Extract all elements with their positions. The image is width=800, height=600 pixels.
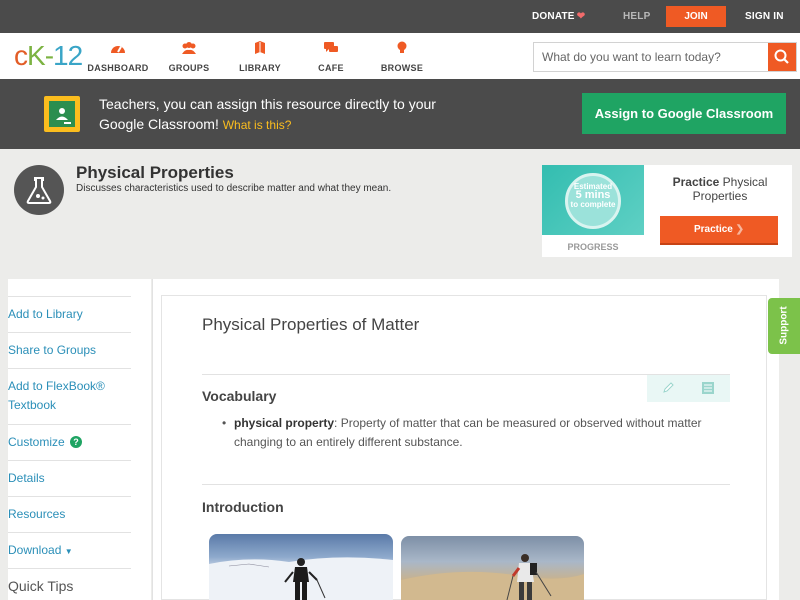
notes-icon[interactable] (701, 381, 715, 395)
search-icon (774, 49, 789, 64)
introduction-heading: Introduction (202, 499, 284, 515)
sidebar-item-share-to-groups[interactable]: Share to Groups (8, 332, 131, 368)
vocab-term: physical property (234, 416, 335, 430)
customize-label: Customize (8, 435, 65, 449)
logo-c: c (14, 40, 28, 71)
hiker-photo (401, 536, 584, 600)
chevron-right-icon: ❯ (735, 224, 745, 235)
ck12-logo[interactable]: cK-12 (14, 40, 83, 71)
join-button[interactable]: JOIN (666, 6, 726, 27)
help-icon[interactable]: ? (70, 436, 83, 448)
sidebar-item-details[interactable]: Details (8, 460, 131, 496)
donate-label: DONATE (532, 11, 575, 22)
caret-down-icon: ▼ (64, 547, 73, 556)
logo-dash: - (44, 40, 54, 71)
top-utility-bar: DONATE ❤ HELP JOIN SIGN IN (0, 0, 800, 33)
nav-groups-label: GROUPS (168, 63, 210, 73)
skier-photo (209, 534, 393, 600)
google-classroom-icon (44, 96, 80, 132)
heart-icon: ❤ (576, 11, 586, 22)
practice-title-bold: Practice (672, 175, 720, 189)
sidebar-item-customize[interactable]: Customize ? (8, 424, 131, 460)
to-complete-label: to complete (570, 200, 616, 209)
download-label: Download (8, 543, 62, 557)
search-box (533, 42, 797, 72)
help-link[interactable]: HELP (623, 11, 650, 22)
nav-browse[interactable]: BROWSE (367, 41, 437, 76)
nav-library-label: LIBRARY (239, 63, 281, 73)
nav-dashboard[interactable]: DASHBOARD (83, 41, 153, 76)
sidebar-item-add-to-flexbook[interactable]: Add to FlexBook® Textbook (8, 368, 131, 424)
nav-groups[interactable]: GROUPS (154, 41, 224, 76)
main-nav: cK-12 DASHBOARD GROUPS LIBRARY CAFE BROW… (0, 33, 800, 79)
nav-cafe[interactable]: CAFE (296, 41, 366, 76)
concept-icon (14, 165, 64, 215)
page-description: Discusses characteristics used to descri… (76, 183, 392, 194)
bullet-dot: • (222, 416, 227, 430)
assign-to-google-classroom-button[interactable]: Assign to Google Classroom (582, 93, 786, 134)
nav-cafe-label: CAFE (318, 63, 344, 73)
nav-dashboard-label: DASHBOARD (87, 63, 149, 73)
article-title: Physical Properties of Matter (202, 315, 420, 334)
sidebar-item-resources[interactable]: Resources (8, 496, 131, 532)
dashboard-icon (111, 46, 125, 53)
vocabulary-heading: Vocabulary (202, 388, 277, 404)
nav-browse-label: BROWSE (380, 63, 424, 73)
sidebar-item-add-to-library[interactable]: Add to Library (8, 296, 131, 332)
sidebar-quick-tips[interactable]: Quick Tips (8, 568, 131, 600)
estimated-mins: 5 mins (575, 189, 611, 201)
practice-button-label: Practice (693, 224, 733, 235)
support-label: Support (778, 306, 790, 345)
progress-image: Estimated 5 mins to complete (542, 165, 644, 235)
banner-message: Teachers, you can assign this resource d… (99, 94, 459, 135)
annotation-tools (647, 375, 730, 402)
what-is-this-link[interactable]: What is this? (223, 118, 292, 132)
practice-button[interactable]: Practice ❯ (660, 216, 778, 245)
page-title: Physical Properties (76, 163, 234, 182)
divider (202, 484, 730, 485)
browse-icon (397, 41, 407, 53)
pencil-icon[interactable] (661, 381, 675, 395)
support-tab[interactable]: Support (768, 298, 800, 354)
sidebar-item-download[interactable]: Download ▼ (8, 532, 131, 568)
groups-icon (182, 42, 196, 54)
sign-in-link[interactable]: SIGN IN (745, 11, 784, 22)
flask-icon (26, 177, 52, 204)
progress-label: PROGRESS (567, 242, 619, 252)
search-button[interactable] (768, 43, 796, 71)
logo-k: K (27, 40, 46, 71)
nav-library[interactable]: LIBRARY (225, 41, 295, 76)
practice-title: Practice Physical Properties (654, 175, 786, 203)
logo-12: 12 (53, 40, 83, 71)
practice-card: Estimated 5 mins to complete PROGRESS Pr… (542, 165, 792, 257)
cafe-icon (324, 42, 338, 52)
library-icon (255, 41, 265, 54)
donate-link[interactable]: DONATE ❤ (532, 11, 585, 22)
search-input[interactable] (534, 43, 770, 71)
estimated-time: Estimated 5 mins to complete (565, 182, 621, 209)
